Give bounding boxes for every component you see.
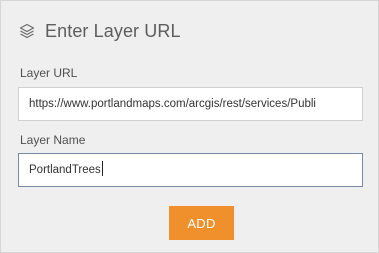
panel-header: Enter Layer URL: [18, 18, 181, 44]
layers-icon: [18, 22, 36, 40]
panel-title: Enter Layer URL: [45, 20, 181, 41]
layer-url-label: Layer URL: [20, 66, 78, 80]
layer-name-input[interactable]: PortlandTrees: [18, 153, 363, 187]
add-button[interactable]: ADD: [169, 206, 234, 240]
layer-url-value: https://www.portlandmaps.com/arcgis/rest…: [29, 98, 316, 110]
layer-name-value: PortlandTrees: [29, 164, 101, 176]
layer-url-input[interactable]: https://www.portlandmaps.com/arcgis/rest…: [18, 87, 363, 121]
layer-name-label: Layer Name: [20, 133, 86, 147]
text-cursor: [101, 161, 103, 177]
enter-layer-url-panel: Enter Layer URL Layer URL https://www.po…: [0, 0, 379, 253]
